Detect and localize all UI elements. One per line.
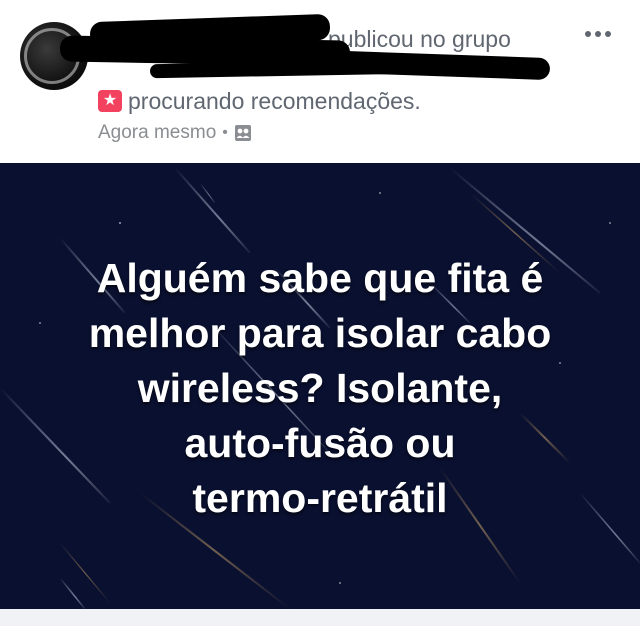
post-footer-divider: [0, 609, 640, 626]
group-line: ★ procurando recomendações.: [98, 84, 421, 118]
meta-separator: •: [222, 124, 228, 141]
more-dot: [595, 31, 601, 37]
post-text-line: auto-fusão ou: [184, 420, 456, 466]
author-avatar[interactable]: [20, 22, 88, 90]
more-options-icon[interactable]: [578, 20, 618, 48]
post-timestamp[interactable]: Agora mesmo: [98, 122, 216, 144]
redaction-scribble: [149, 59, 411, 79]
post-text-line: wireless? Isolante,: [137, 365, 503, 411]
post-text: Alguém sabe que fita é melhor para isola…: [40, 251, 600, 526]
post-meta: Agora mesmo •: [98, 120, 252, 146]
avatar-image: [24, 28, 80, 84]
author-name[interactable]: Y: [98, 26, 328, 53]
more-dot: [585, 31, 591, 37]
group-name[interactable]: procurando recomendações.: [128, 88, 421, 115]
post-text-line: melhor para isolar cabo: [88, 310, 552, 356]
star-badge-icon: ★: [98, 90, 122, 112]
more-dot: [605, 31, 611, 37]
post-content-background[interactable]: Alguém sabe que fita é melhor para isola…: [0, 163, 640, 609]
post-text-line: termo-retrátil: [192, 475, 448, 521]
feed-post: Y publicou no grupo ★ procurando recomen…: [0, 0, 640, 626]
post-header: Y publicou no grupo ★ procurando recomen…: [0, 0, 640, 163]
post-author-line: Y publicou no grupo: [98, 22, 558, 56]
post-text-line: Alguém sabe que fita é: [96, 255, 544, 301]
group-audience-icon: [234, 125, 251, 141]
published-in-group-text: publicou no grupo: [328, 25, 511, 52]
